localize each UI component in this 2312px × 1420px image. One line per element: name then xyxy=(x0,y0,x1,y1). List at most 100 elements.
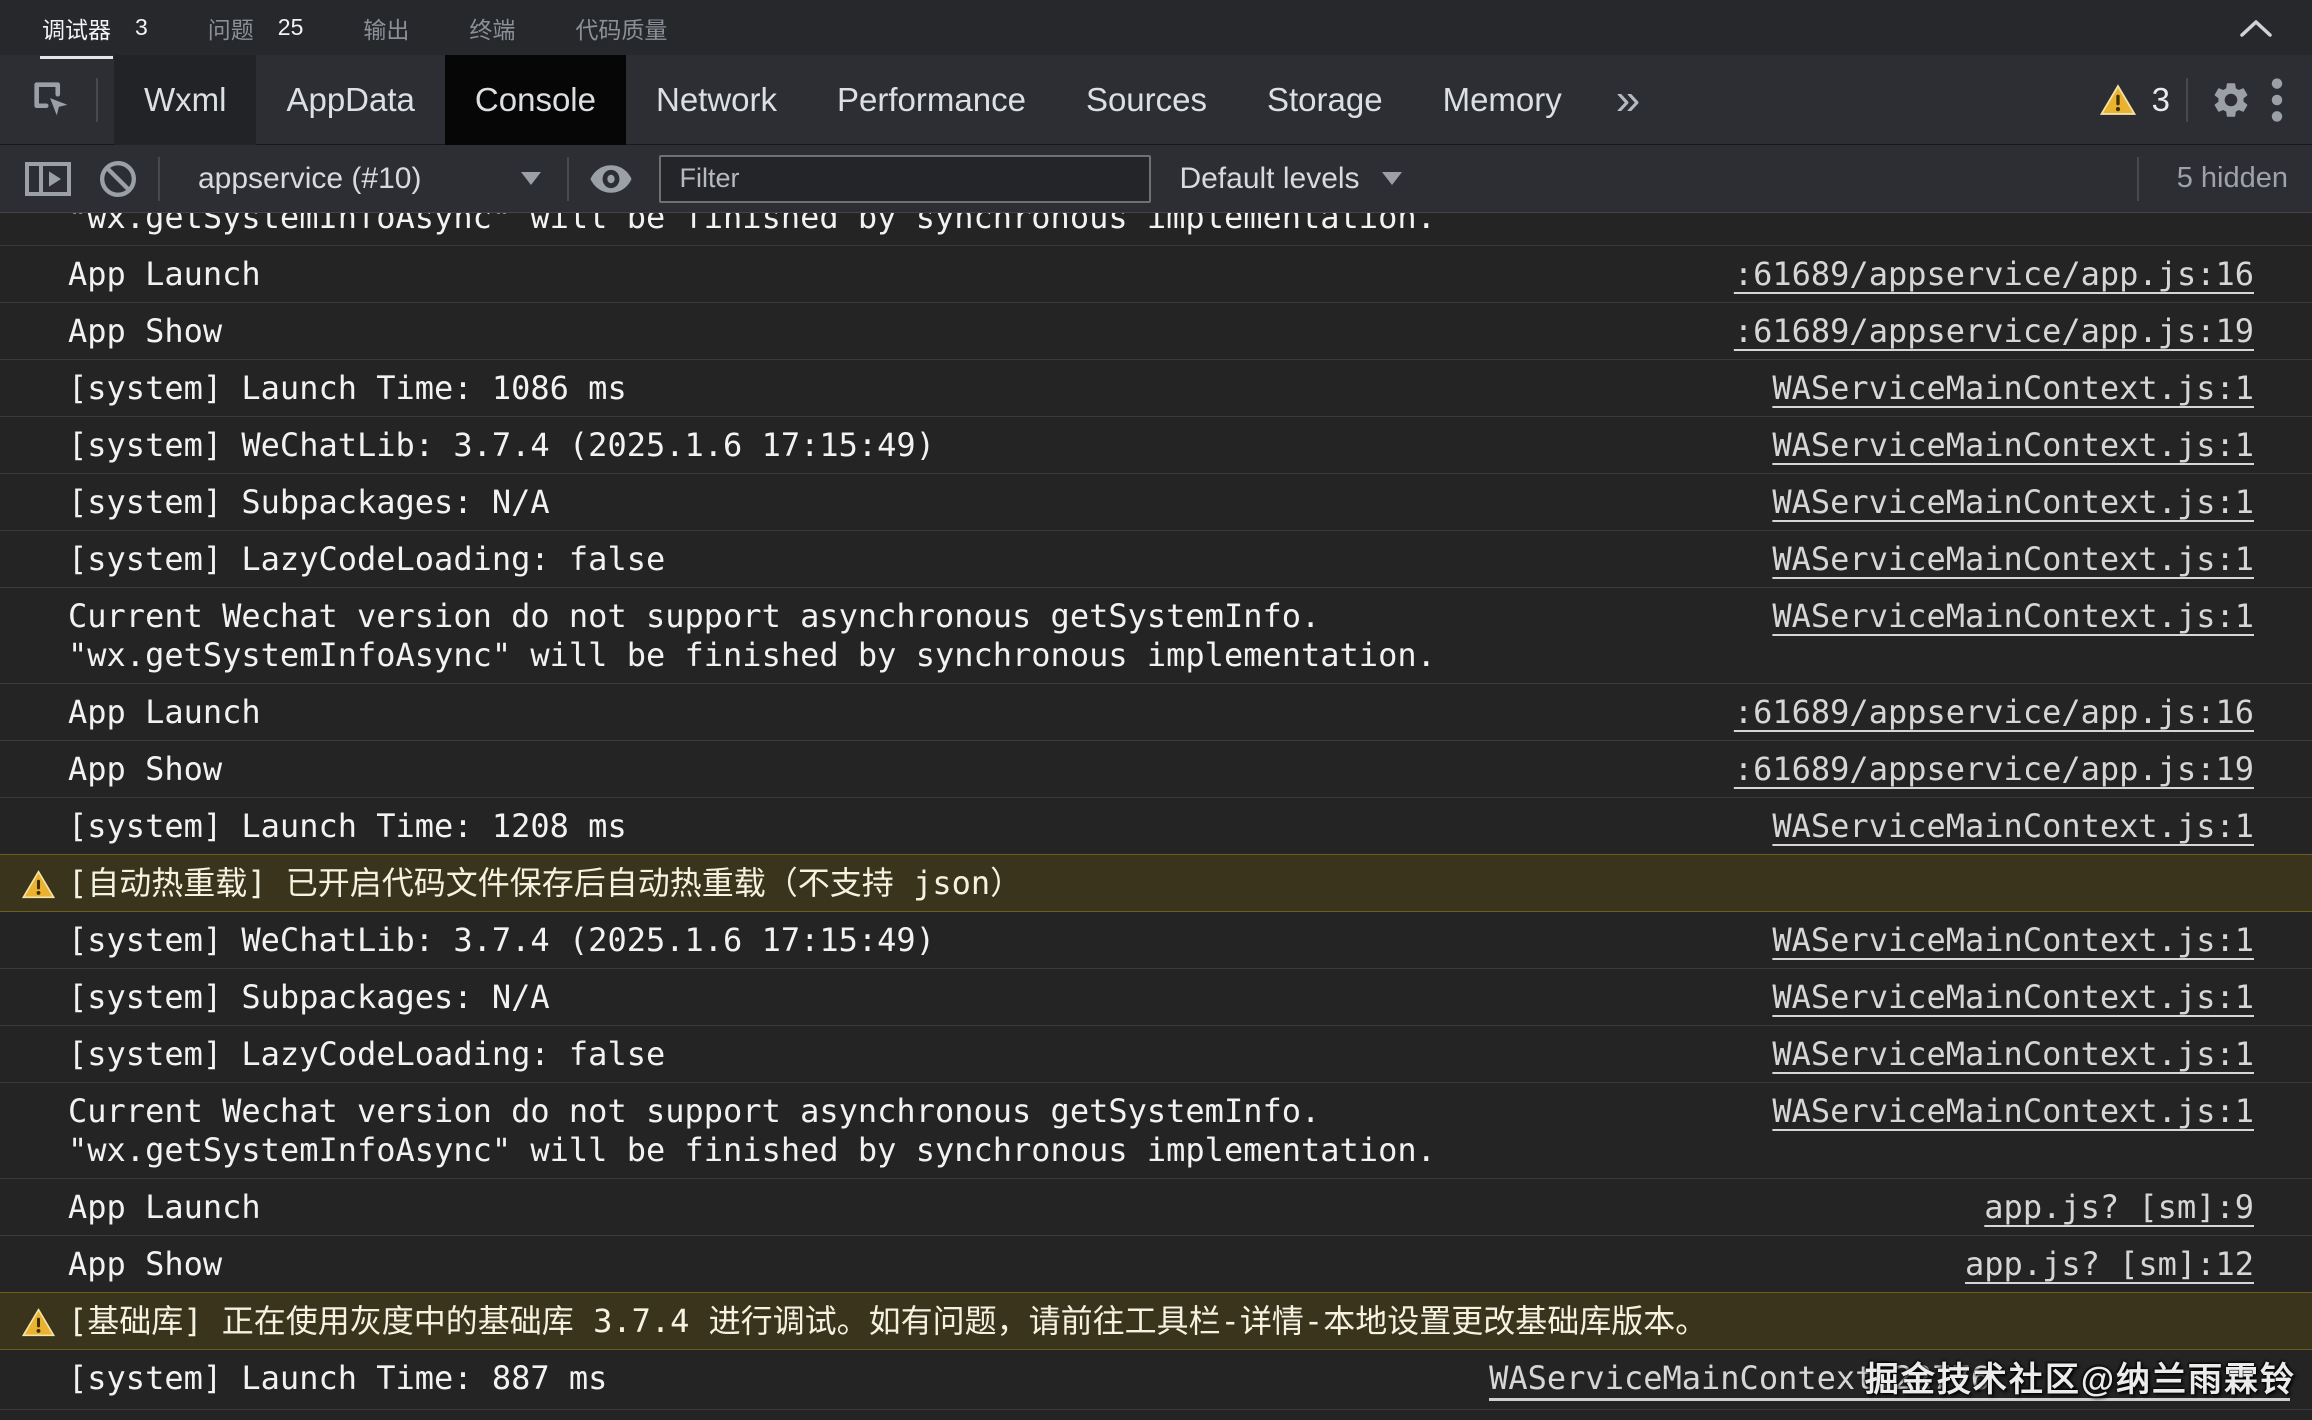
warning-icon xyxy=(22,870,55,899)
source-link[interactable]: :61689/appservice/app.js:19 xyxy=(1734,312,2254,351)
console-row: Current Wechat version do not support as… xyxy=(0,1082,2312,1178)
menu-button[interactable] xyxy=(2270,77,2284,123)
console-message-line: [system] Subpackages: N/A xyxy=(68,978,1742,1017)
console-row: App Show app.js? [sm]:12 xyxy=(0,1235,2312,1292)
console-row: [system] LazyCodeLoading: false WAServic… xyxy=(0,1025,2312,1082)
console-row: [system] Launch Time: 1086 ms WAServiceM… xyxy=(0,359,2312,416)
console-message: [system] LazyCodeLoading: false xyxy=(68,540,1772,579)
console-message-line: [基础库] 正在使用灰度中的基础库 3.7.4 进行调试。如有问题，请前往工具栏… xyxy=(68,1302,2224,1341)
source-link[interactable]: app.js? [sm]:9 xyxy=(1984,1188,2254,1227)
execution-context-selector[interactable]: appservice (#10) xyxy=(180,162,547,196)
console-message: [system] Subpackages: N/A xyxy=(68,483,1772,522)
source-link[interactable]: WAServiceMainContext…22776 xyxy=(1489,1359,2290,1401)
tab-memory[interactable]: Memory xyxy=(1413,55,1592,145)
divider xyxy=(158,157,160,201)
source-link[interactable]: WAServiceMainContext.js:1 xyxy=(1772,1092,2254,1131)
live-expression-eye-button[interactable] xyxy=(589,163,633,195)
source-link[interactable]: :61689/appservice/app.js:16 xyxy=(1734,693,2254,732)
chevron-up-icon xyxy=(2239,18,2273,38)
panel-tabbar: 调试器3 问题 25 输出 终端 代码质量 xyxy=(0,0,2312,55)
tab-wxml[interactable]: Wxml xyxy=(114,55,256,145)
console-filter-input[interactable] xyxy=(659,155,1151,203)
console-row: Current Wechat version do not support as… xyxy=(0,587,2312,683)
console-row: [system] Subpackages: N/A WAServiceMainC… xyxy=(0,968,2312,1025)
panel-tab-label: 代码质量 xyxy=(575,11,667,45)
issues-warning-badge[interactable]: 3 xyxy=(2100,81,2170,119)
console-message-line: App Show xyxy=(68,1245,1935,1284)
tab-appdata[interactable]: AppData xyxy=(256,55,444,145)
console-row: [基础库] 正在使用灰度中的基础库 3.7.4 进行调试。如有问题，请前往工具栏… xyxy=(0,1292,2312,1350)
panel-tab-output[interactable]: 输出 xyxy=(363,11,409,45)
console-row: App Show :61689/appservice/app.js:19 xyxy=(0,302,2312,359)
tab-sources[interactable]: Sources xyxy=(1056,55,1237,145)
console-message: App Launch xyxy=(68,255,1734,294)
console-message: App Show xyxy=(68,750,1734,789)
source-link[interactable]: WAServiceMainContext.js:1 xyxy=(1772,978,2254,1017)
console-message-line: App Launch xyxy=(68,255,1704,294)
panel-tab-code-quality[interactable]: 代码质量 xyxy=(575,11,667,45)
log-levels-dropdown[interactable]: Default levels xyxy=(1179,162,1401,196)
console-message-line: App Launch xyxy=(68,693,1704,732)
source-link[interactable]: :61689/appservice/app.js:16 xyxy=(1734,255,2254,294)
console-message: [基础库] 正在使用灰度中的基础库 3.7.4 进行调试。如有问题，请前往工具栏… xyxy=(68,1302,2254,1341)
no-entry-clear-icon xyxy=(98,159,138,199)
console-message-line: App Show xyxy=(68,750,1704,789)
console-message-line: [system] Launch Time: 887 ms xyxy=(68,1359,1459,1398)
source-link[interactable]: WAServiceMainContext.js:1 xyxy=(1772,483,2254,522)
source-link[interactable]: WAServiceMainContext.js:1 xyxy=(1772,1035,2254,1074)
console-message-line: App Show xyxy=(68,312,1704,351)
panel-tab-count: 25 xyxy=(278,14,304,41)
console-message: App Launch xyxy=(68,693,1734,732)
panel-tab-label: 输出 xyxy=(363,11,409,45)
context-label: appservice (#10) xyxy=(198,162,421,196)
collapse-panel-button[interactable] xyxy=(2234,10,2278,46)
console-message-line: [system] Launch Time: 1208 ms xyxy=(68,807,1742,846)
console-message: [system] Launch Time: 887 ms xyxy=(68,1359,1489,1398)
console-message: App Show xyxy=(68,1245,1965,1284)
panel-tab-label: 问题 xyxy=(208,11,254,45)
console-message: App Launch xyxy=(68,1188,1984,1227)
devtools-tabs: WxmlAppDataConsoleNetworkPerformanceSour… xyxy=(114,55,1592,145)
settings-button[interactable] xyxy=(2210,79,2252,121)
source-link[interactable]: WAServiceMainContext.js:1 xyxy=(1772,807,2254,846)
triangle-down-icon xyxy=(521,172,541,185)
tab-storage[interactable]: Storage xyxy=(1237,55,1413,145)
source-link[interactable]: WAServiceMainContext.js:1 xyxy=(1772,921,2254,960)
tab-network[interactable]: Network xyxy=(626,55,807,145)
source-link[interactable]: WAServiceMainContext.js:1 xyxy=(1772,597,2254,636)
console-sidebar-toggle-button[interactable] xyxy=(24,159,72,199)
console-row: [自动热重载] 已开启代码文件保存后自动热重载（不支持 json） xyxy=(0,854,2312,912)
console-toolbar: appservice (#10) Default levels 5 hidden xyxy=(0,145,2312,213)
source-link[interactable]: :61689/appservice/app.js:19 xyxy=(1734,750,2254,789)
tab-console[interactable]: Console xyxy=(445,55,626,145)
wechat-devtools-debugger-panel: 调试器3问题25输出终端代码质量 WxmlAppDataConsoleNetwo… xyxy=(0,0,2312,1420)
triangle-down-icon xyxy=(1382,172,1402,185)
warning-triangle-icon xyxy=(2100,84,2136,116)
panel-tab-problems[interactable]: 问题 25 xyxy=(208,11,304,45)
warning-count: 3 xyxy=(2152,81,2170,119)
warning-icon xyxy=(22,1308,55,1337)
kebab-menu-icon xyxy=(2270,77,2284,123)
console-message-line: [system] WeChatLib: 3.7.4 (2025.1.6 17:1… xyxy=(68,921,1742,960)
hidden-messages-count: 5 hidden xyxy=(2177,162,2288,195)
more-tabs-button[interactable]: » xyxy=(1606,78,1650,122)
panel-tab-label: 终端 xyxy=(469,11,515,45)
console-message: Current Wechat version do not support as… xyxy=(68,597,1772,675)
console-message-line: Current Wechat version do not support as… xyxy=(68,1092,1742,1131)
console-message-line: "wx.getSystemInfoAsync" will be finished… xyxy=(68,1131,1742,1170)
source-link[interactable]: WAServiceMainContext.js:1 xyxy=(1772,426,2254,465)
panel-tab-debugger[interactable]: 调试器3 xyxy=(42,11,148,45)
source-link[interactable]: WAServiceMainContext.js:1 xyxy=(1772,369,2254,408)
panel-tab-terminal[interactable]: 终端 xyxy=(469,11,515,45)
console-message-line: [system] LazyCodeLoading: false xyxy=(68,540,1742,579)
tab-performance[interactable]: Performance xyxy=(807,55,1056,145)
source-link[interactable]: app.js? [sm]:12 xyxy=(1965,1245,2254,1284)
console-row: App Launch app.js? [sm]:9 xyxy=(0,1178,2312,1235)
console-message-line: "wx.getSystemInfoAsync" will be finished… xyxy=(68,213,2224,237)
source-link[interactable]: WAServiceMainContext.js:1 xyxy=(1772,540,2254,579)
panel-tab-label: 调试器 xyxy=(42,11,111,45)
clear-console-button[interactable] xyxy=(98,159,138,199)
inspect-cursor-icon xyxy=(29,77,75,123)
inspect-element-button[interactable] xyxy=(24,72,80,128)
console-row: [system] WeChatLib: 3.7.4 (2025.1.6 17:1… xyxy=(0,416,2312,473)
